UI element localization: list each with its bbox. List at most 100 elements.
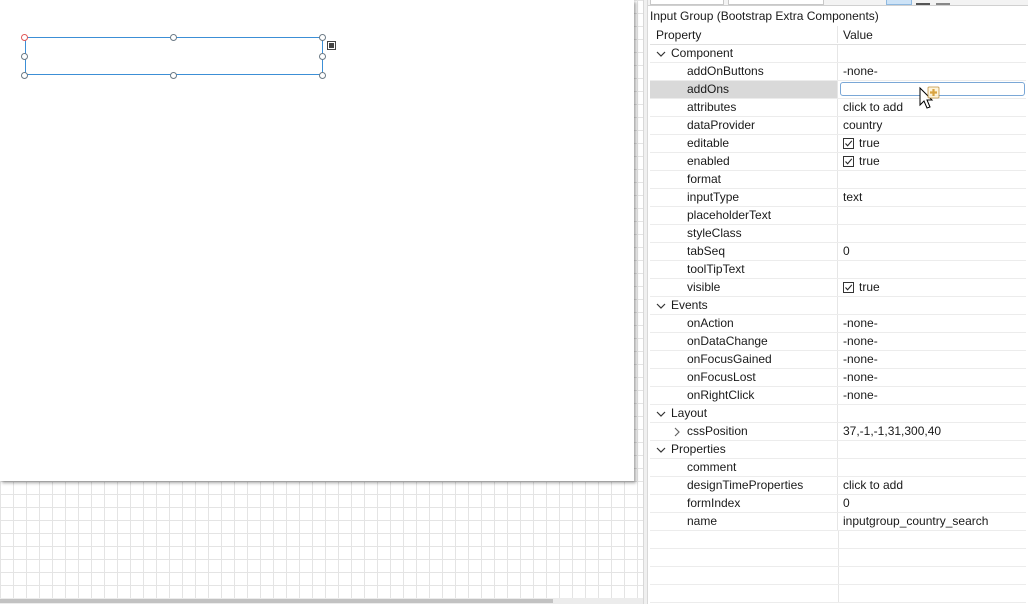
property-row-placeholderText[interactable]: placeholderText	[650, 207, 1026, 225]
property-name: dataProvider	[687, 118, 756, 132]
resize-handle-bottom-left[interactable]	[21, 72, 28, 79]
form-designer[interactable]	[0, 0, 643, 604]
property-name: attributes	[687, 100, 737, 114]
property-row-addOnButtons[interactable]: addOnButtons -none-	[650, 63, 1026, 81]
property-value[interactable]: 0	[838, 243, 1026, 260]
property-value[interactable]: -none-	[838, 387, 1026, 404]
empty-row	[650, 531, 1026, 549]
property-row-designTimeProperties[interactable]: designTimeProperties click to add	[650, 477, 1026, 495]
property-value[interactable]: -none-	[838, 351, 1026, 368]
property-row-name[interactable]: name inputgroup_country_search	[650, 513, 1026, 531]
property-row-onRightClick[interactable]: onRightClick -none-	[650, 387, 1026, 405]
resize-handle-top-left[interactable]	[21, 34, 28, 41]
category-label: Layout	[671, 406, 708, 420]
property-value[interactable]: -none-	[838, 315, 1026, 332]
property-row-cssPosition[interactable]: cssPosition 37,-1,-1,31,300,40	[650, 423, 1026, 441]
property-name: toolTipText	[687, 262, 745, 276]
property-table-header: Property Value	[650, 26, 1026, 45]
property-value[interactable]: -none-	[838, 333, 1026, 350]
horizontal-scrollbar-thumb[interactable]	[0, 599, 553, 603]
property-name: name	[687, 514, 718, 528]
property-row-inputType[interactable]: inputType text	[650, 189, 1026, 207]
property-row-comment[interactable]: comment	[650, 459, 1026, 477]
category-label: Component	[671, 46, 734, 60]
property-value[interactable]: 0	[838, 495, 1026, 512]
resize-handle-right[interactable]	[319, 53, 326, 60]
view-tab[interactable]	[728, 0, 824, 5]
property-value: true	[859, 136, 880, 150]
property-row-onAction[interactable]: onAction -none-	[650, 315, 1026, 333]
toolbar-icon[interactable]	[936, 0, 950, 5]
property-value[interactable]: 37,-1,-1,31,300,40	[838, 423, 1026, 440]
property-value[interactable]	[838, 171, 1026, 188]
category-layout[interactable]: Layout	[650, 405, 1026, 423]
property-row-formIndex[interactable]: formIndex 0	[650, 495, 1026, 513]
property-value[interactable]	[838, 225, 1026, 242]
category-label: Properties	[671, 442, 726, 456]
visible-checkbox[interactable]	[843, 282, 854, 293]
category-component[interactable]: Component	[650, 45, 1026, 63]
resize-handle-top-right[interactable]	[319, 34, 326, 41]
property-name: placeholderText	[687, 208, 772, 222]
property-value[interactable]: inputgroup_country_search	[838, 513, 1026, 530]
property-name: inputType	[687, 190, 740, 204]
resize-handle-left[interactable]	[21, 53, 28, 60]
editable-checkbox[interactable]	[843, 138, 854, 149]
property-value[interactable]: -none-	[838, 369, 1026, 386]
property-name: onDataChange	[687, 334, 768, 348]
property-value: true	[859, 280, 880, 294]
empty-row	[650, 585, 1026, 603]
category-properties[interactable]: Properties	[650, 441, 1026, 459]
chevron-right-icon[interactable]	[672, 427, 682, 437]
property-value[interactable]: text	[838, 189, 1026, 206]
property-name: onFocusGained	[687, 352, 772, 366]
view-tab[interactable]	[650, 0, 724, 5]
empty-row	[650, 549, 1026, 567]
chevron-down-icon[interactable]	[656, 409, 666, 419]
enabled-checkbox[interactable]	[843, 156, 854, 167]
resize-handle-bottom-right[interactable]	[319, 72, 326, 79]
property-value: true	[859, 154, 880, 168]
toolbar-icon[interactable]	[916, 0, 930, 5]
property-name: onRightClick	[687, 388, 755, 402]
property-row-format[interactable]: format	[650, 171, 1026, 189]
property-row-onFocusGained[interactable]: onFocusGained -none-	[650, 351, 1026, 369]
property-name: formIndex	[687, 496, 741, 510]
column-header-value[interactable]: Value	[843, 26, 873, 43]
property-name: onFocusLost	[687, 370, 756, 384]
property-row-attributes[interactable]: attributes click to add	[650, 99, 1026, 117]
property-row-toolTipText[interactable]: toolTipText	[650, 261, 1026, 279]
property-row-visible[interactable]: visible true	[650, 279, 1026, 297]
properties-panel: Input Group (Bootstrap Extra Components)…	[648, 0, 1028, 604]
property-row-onDataChange[interactable]: onDataChange -none-	[650, 333, 1026, 351]
resize-handle-top[interactable]	[170, 34, 177, 41]
property-row-enabled[interactable]: enabled true	[650, 153, 1026, 171]
property-name: onAction	[687, 316, 734, 330]
properties-panel-title: Input Group (Bootstrap Extra Components)	[650, 9, 879, 23]
property-value[interactable]	[838, 459, 1026, 476]
empty-row	[650, 567, 1026, 585]
category-events[interactable]: Events	[650, 297, 1026, 315]
property-value[interactable]	[838, 207, 1026, 224]
property-row-dataProvider[interactable]: dataProvider country	[650, 117, 1026, 135]
property-value[interactable]: country	[838, 117, 1026, 134]
property-row-onFocusLost[interactable]: onFocusLost -none-	[650, 369, 1026, 387]
property-row-styleClass[interactable]: styleClass	[650, 225, 1026, 243]
chevron-down-icon[interactable]	[656, 49, 666, 59]
chevron-down-icon[interactable]	[656, 301, 666, 311]
property-name: enabled	[687, 154, 730, 168]
property-row-addOns[interactable]: addOns	[650, 81, 1026, 99]
property-row-editable[interactable]: editable true	[650, 135, 1026, 153]
chevron-down-icon[interactable]	[656, 445, 666, 455]
column-header-property[interactable]: Property	[656, 26, 701, 43]
form-canvas[interactable]	[0, 0, 634, 481]
property-value[interactable]	[838, 261, 1026, 278]
property-row-tabSeq[interactable]: tabSeq 0	[650, 243, 1026, 261]
resize-handle-bottom[interactable]	[170, 72, 177, 79]
toolbar-toggle-icon[interactable]	[886, 0, 912, 5]
horizontal-scrollbar[interactable]	[0, 598, 643, 604]
input-group-component[interactable]	[25, 37, 323, 75]
component-menu-icon[interactable]	[327, 41, 336, 50]
property-value[interactable]: click to add	[838, 477, 1026, 494]
property-value[interactable]: -none-	[838, 63, 1026, 80]
